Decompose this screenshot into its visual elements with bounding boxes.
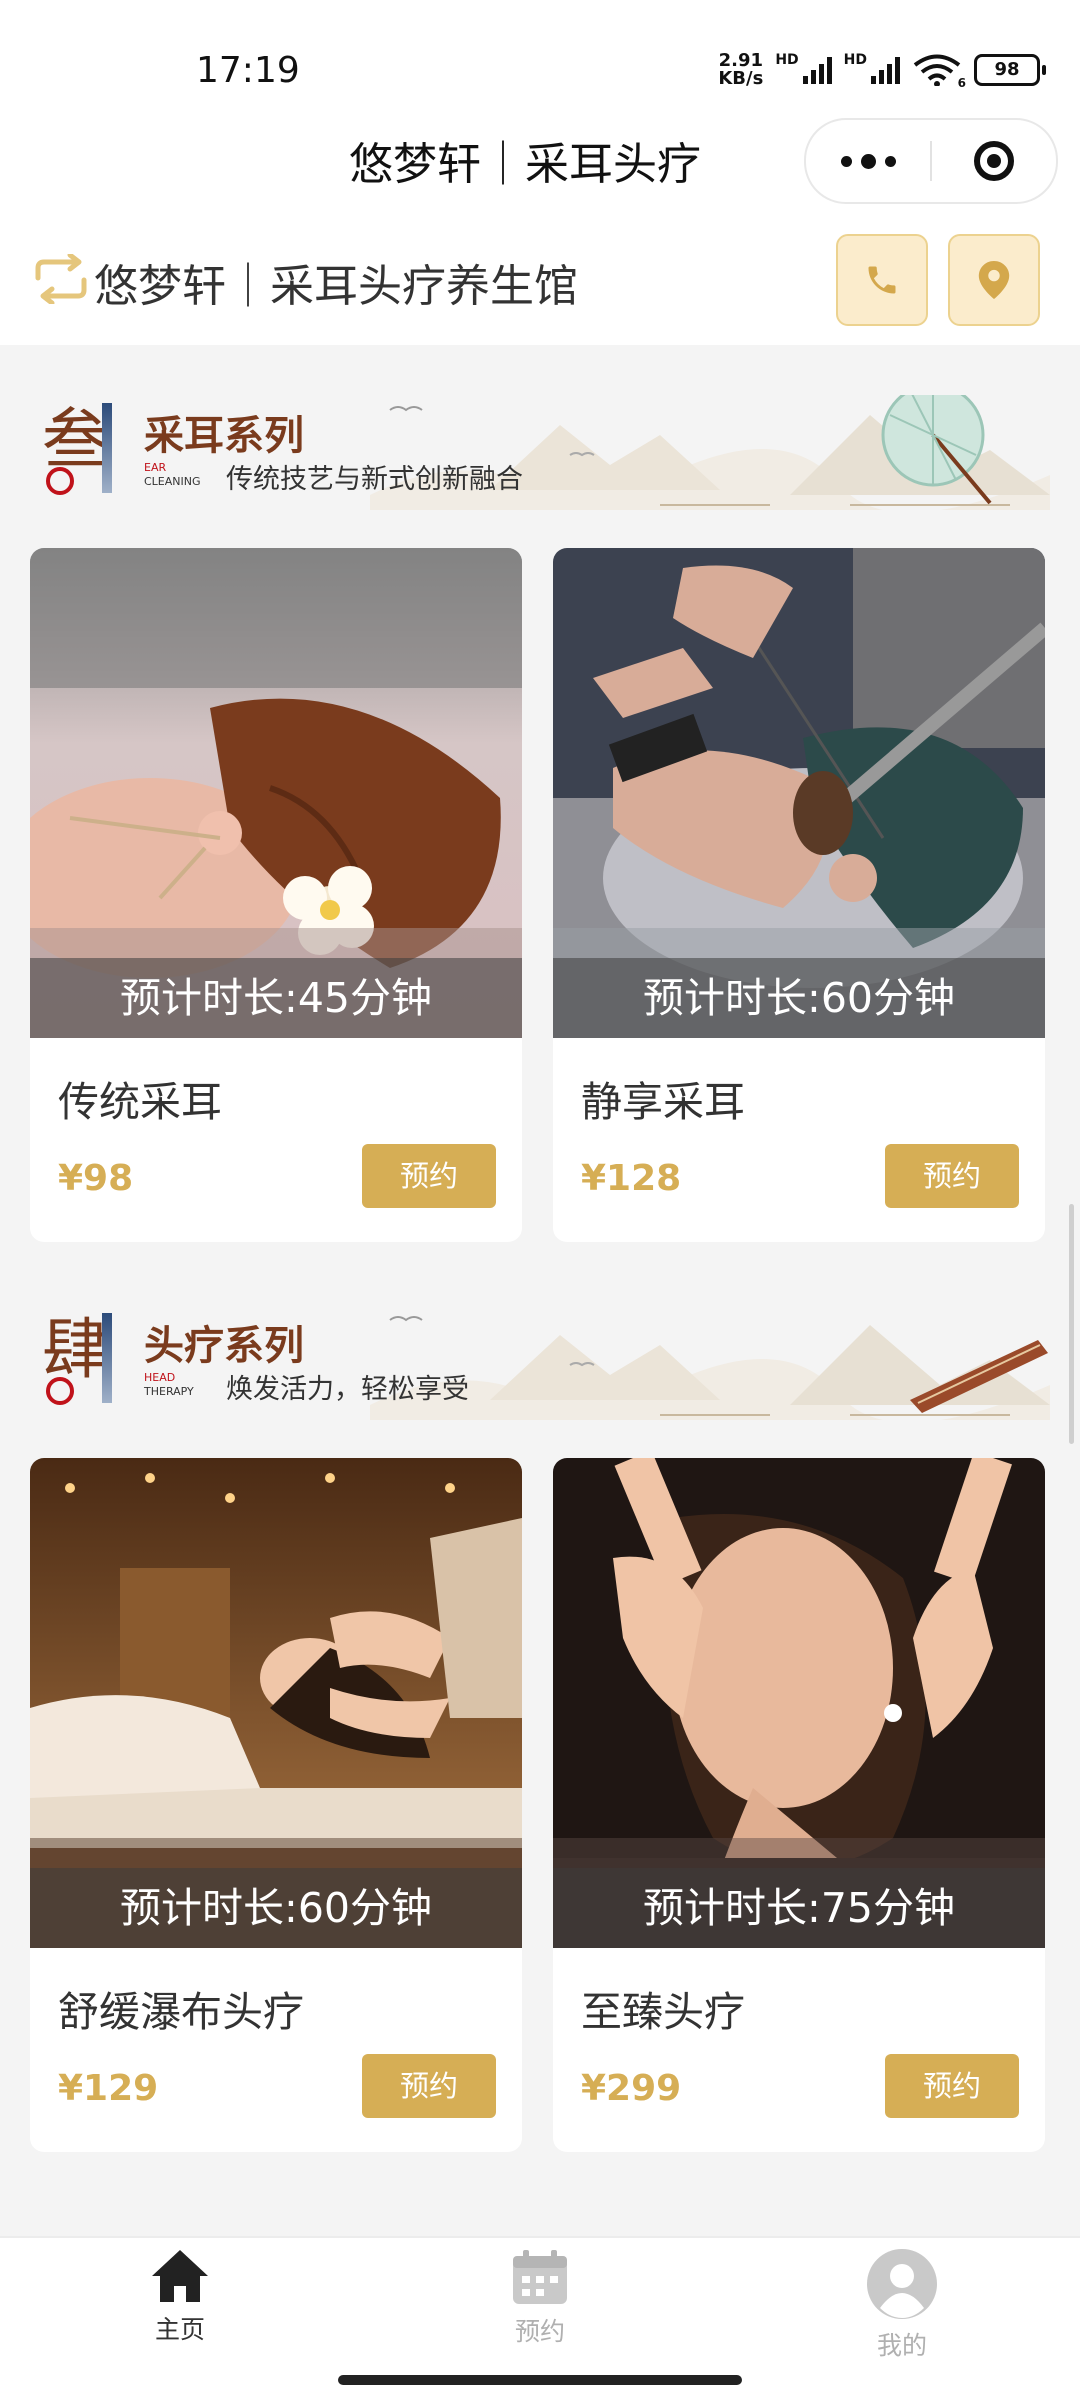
signal-icon	[802, 56, 832, 84]
more-dot-icon	[860, 153, 876, 169]
service-price: ¥128	[581, 1158, 682, 1199]
capsule-menu	[804, 118, 1058, 204]
section-english-line-1: HEAD	[144, 1371, 176, 1384]
close-button[interactable]	[932, 120, 1056, 202]
section-english-line-2: CLEANING	[144, 475, 201, 488]
location-pin-icon	[978, 261, 1010, 299]
scroll-indicator[interactable]	[1069, 1204, 1074, 1444]
signal-icon-2	[871, 56, 900, 84]
mini-program-header: 悠梦轩｜采耳头疗	[0, 110, 1080, 210]
location-button[interactable]	[948, 234, 1040, 326]
book-button[interactable]: 预约	[362, 1144, 496, 1208]
section-english-label: EAR CLEANING	[144, 461, 214, 489]
service-name: 至臻头疗	[581, 1988, 745, 2036]
banner-accent-bar	[102, 1313, 112, 1403]
close-target-icon	[974, 141, 1014, 181]
hd-label-2: HD	[843, 52, 867, 68]
section-head-therapy: 肆 头疗系列 HEAD THERAPY 焕发活力，轻松享受 预计时长:60分钟 …	[0, 1255, 1080, 2175]
section-english-line-1: EAR	[144, 461, 167, 474]
tab-home[interactable]: 主页	[80, 2248, 280, 2346]
service-name: 舒缓瀑布头疗	[58, 1988, 304, 2036]
service-name: 静享采耳	[581, 1078, 745, 1126]
tab-home-label: 主页	[154, 2315, 205, 2344]
section-subtitle: 传统技艺与新式创新融合	[226, 464, 523, 495]
tab-booking-label: 预约	[514, 2317, 565, 2346]
home-icon	[152, 2250, 208, 2302]
phone-button[interactable]	[836, 234, 928, 326]
switch-store-icon[interactable]	[34, 254, 88, 304]
service-photo: 预计时长:60分钟	[553, 548, 1045, 1038]
service-price: ¥98	[58, 1158, 134, 1199]
duration-label: 预计时长:60分钟	[30, 1868, 522, 1948]
calendar-icon	[513, 2250, 567, 2304]
service-card[interactable]: 预计时长:60分钟 静享采耳 ¥128 预约	[553, 548, 1045, 1242]
section-number-glyph: 叁	[42, 401, 108, 478]
duration-label: 预计时长:75分钟	[553, 1868, 1045, 1948]
seal-dot	[46, 467, 74, 495]
section-english-line-2: THERAPY	[144, 1385, 194, 1398]
service-card[interactable]: 预计时长:45分钟 传统采耳 ¥98 预约	[30, 548, 522, 1242]
service-photo: 预计时长:60分钟	[30, 1458, 522, 1948]
book-button[interactable]: 预约	[885, 1144, 1019, 1208]
tab-booking[interactable]: 预约	[440, 2248, 640, 2348]
service-price: ¥299	[581, 2068, 682, 2109]
service-card[interactable]: 预计时长:75分钟 至臻头疗 ¥299 预约	[553, 1458, 1045, 2152]
service-photo: 预计时长:45分钟	[30, 548, 522, 1038]
duration-label: 预计时长:45分钟	[30, 958, 522, 1038]
seal-dot	[46, 1377, 74, 1405]
more-dot-icon	[884, 155, 896, 167]
more-button[interactable]	[806, 120, 930, 202]
battery-icon: 98	[974, 54, 1046, 86]
hd-label: HD	[775, 52, 799, 68]
section-english-label: HEAD THERAPY	[144, 1371, 214, 1399]
wifi-icon: 6	[912, 54, 966, 90]
user-avatar-icon	[867, 2249, 937, 2319]
service-name: 传统采耳	[58, 1078, 222, 1126]
section-title: 头疗系列	[144, 1322, 304, 1369]
section-banner: 叁 采耳系列 EAR CLEANING 传统技艺与新式创新融合	[30, 395, 1050, 515]
status-icons: 2.91 KB/s HD HD 6 98	[718, 52, 1046, 90]
tab-mine-label: 我的	[876, 2331, 927, 2360]
section-ear-cleaning: 叁 采耳系列 EAR CLEANING 传统技艺与新式创新融合 预计时长:45分…	[0, 345, 1080, 1305]
status-bar: 17:19 2.91 KB/s HD HD 6 98	[0, 0, 1080, 110]
service-card[interactable]: 预计时长:60分钟 舒缓瀑布头疗 ¥129 预约	[30, 1458, 522, 2152]
status-time: 17:19	[196, 50, 300, 91]
home-indicator[interactable]	[338, 2375, 742, 2385]
phone-icon	[868, 266, 896, 294]
duration-label: 预计时长:60分钟	[553, 958, 1045, 1038]
section-number-glyph: 肆	[42, 1311, 108, 1388]
banner-accent-bar	[102, 403, 112, 493]
service-price: ¥129	[58, 2068, 159, 2109]
network-speed: 2.91 KB/s	[718, 52, 763, 88]
store-name[interactable]: 悠梦轩｜采耳头疗养生馆	[94, 250, 578, 314]
more-dot-icon	[840, 155, 852, 167]
section-banner: 肆 头疗系列 HEAD THERAPY 焕发活力，轻松享受	[30, 1305, 1050, 1425]
book-button[interactable]: 预约	[362, 2054, 496, 2118]
section-subtitle: 焕发活力，轻松享受	[226, 1374, 469, 1405]
wifi-sub: 6	[957, 76, 966, 90]
service-photo: 预计时长:75分钟	[553, 1458, 1045, 1948]
tab-mine[interactable]: 我的	[802, 2248, 1002, 2362]
store-bar: 悠梦轩｜采耳头疗养生馆	[0, 210, 1080, 345]
landscape-decoration	[370, 1316, 1050, 1420]
network-speed-unit: KB/s	[718, 68, 764, 89]
section-title: 采耳系列	[144, 412, 304, 459]
book-button[interactable]: 预约	[885, 2054, 1019, 2118]
